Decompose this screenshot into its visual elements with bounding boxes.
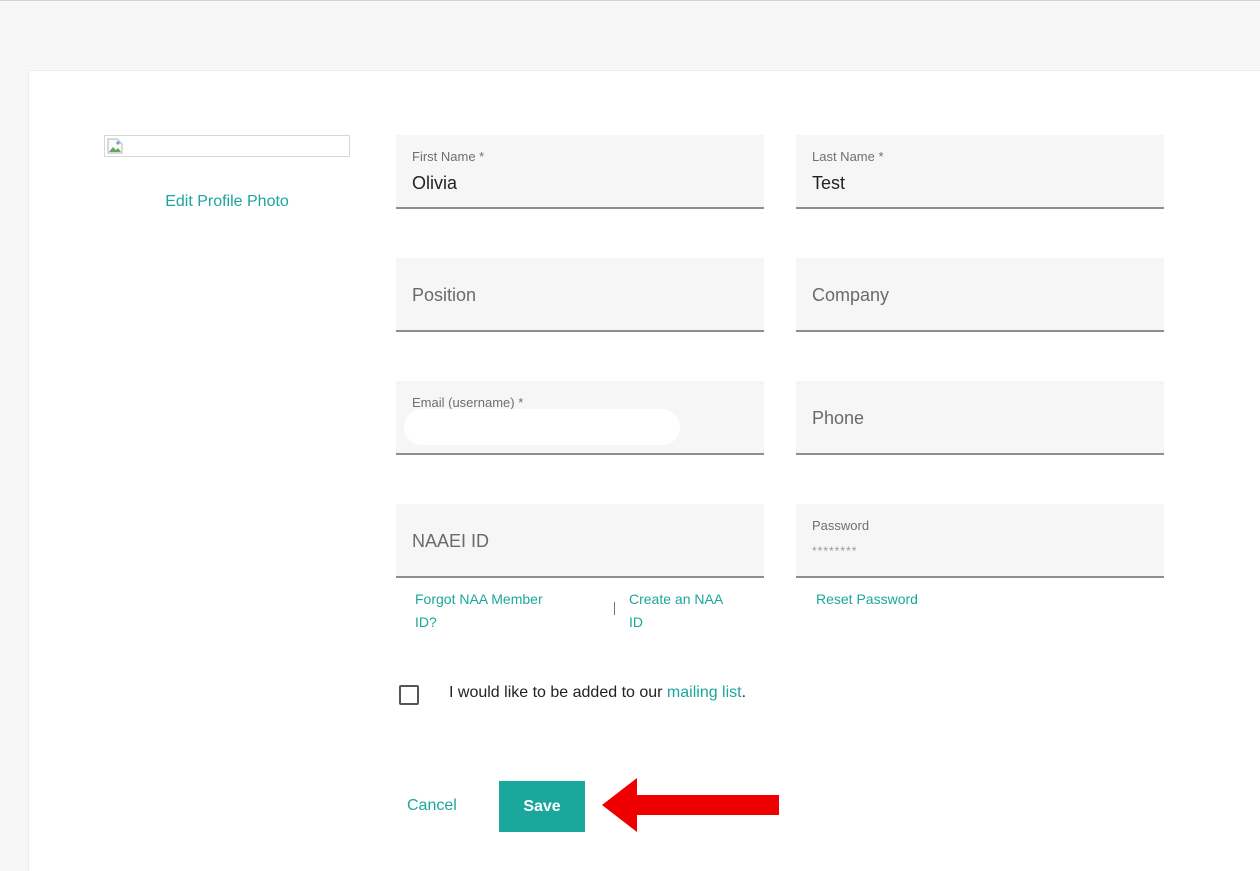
email-field[interactable]: Email (username) *: [396, 381, 764, 455]
email-label: Email (username) *: [412, 395, 524, 410]
profile-photo: [104, 135, 350, 157]
save-button[interactable]: Save: [499, 781, 585, 832]
password-label: Password: [812, 518, 870, 533]
create-link-line2: ID: [629, 614, 643, 630]
position-field[interactable]: Position: [396, 258, 764, 332]
forgot-naa-member-id-link[interactable]: Forgot NAA Member ID?: [415, 588, 543, 634]
first-name-field[interactable]: First Name * Olivia: [396, 135, 764, 209]
phone-field[interactable]: Phone: [796, 381, 1164, 455]
password-masked-value: ********: [812, 544, 858, 558]
last-name-field[interactable]: Last Name * Test: [796, 135, 1164, 209]
password-field[interactable]: Password ********: [796, 504, 1164, 578]
redacted-email-value: [404, 409, 680, 445]
company-placeholder: Company: [812, 285, 890, 305]
red-arrow-annotation: [602, 778, 779, 832]
company-field[interactable]: Company: [796, 258, 1164, 332]
forgot-link-line1: Forgot NAA Member: [415, 591, 543, 607]
mailing-list-checkbox[interactable]: [399, 685, 419, 705]
naaei-id-placeholder: NAAEI ID: [412, 531, 490, 551]
last-name-label: Last Name *: [812, 149, 884, 164]
create-link-line1: Create an NAA: [629, 591, 724, 607]
phone-placeholder: Phone: [812, 408, 865, 428]
forgot-link-line2: ID?: [415, 614, 437, 630]
edit-profile-photo-link[interactable]: Edit Profile Photo: [104, 193, 350, 211]
mailing-prefix: I would like to be added to our: [449, 684, 667, 701]
position-placeholder: Position: [412, 285, 477, 305]
reset-password-link[interactable]: Reset Password: [816, 588, 918, 611]
top-divider: [0, 0, 1260, 1]
cancel-button[interactable]: Cancel: [407, 797, 457, 815]
last-name-value: Test: [812, 173, 846, 193]
mailing-list-link[interactable]: mailing list: [667, 684, 742, 701]
mailing-list-text: I would like to be added to our mailing …: [449, 684, 746, 702]
naaei-id-field[interactable]: NAAEI ID: [396, 504, 764, 578]
create-naa-id-link[interactable]: Create an NAA ID: [629, 588, 723, 634]
link-separator: [614, 602, 615, 615]
first-name-label: First Name *: [412, 149, 485, 164]
broken-image-icon: [107, 138, 123, 154]
mailing-suffix: .: [741, 684, 747, 701]
first-name-value: Olivia: [412, 173, 458, 193]
